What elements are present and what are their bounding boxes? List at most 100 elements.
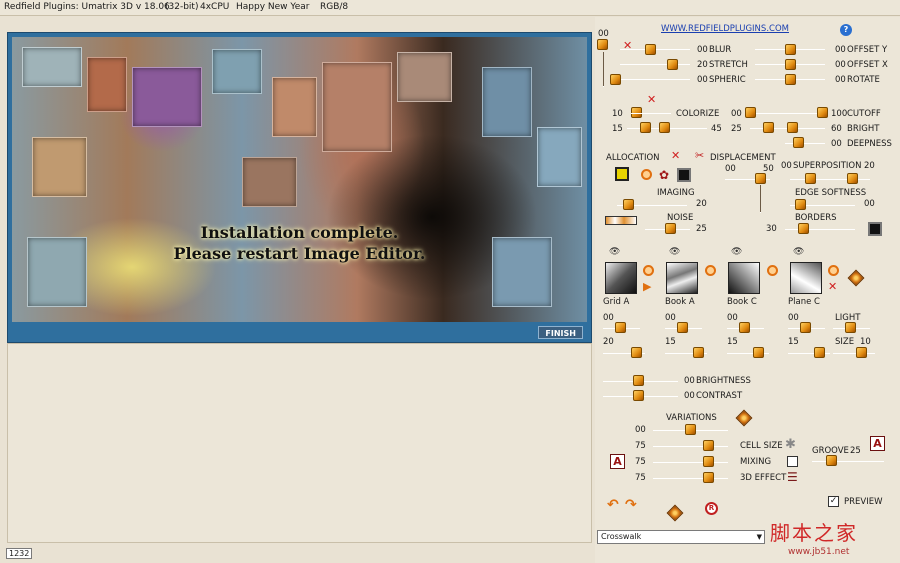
play-icon[interactable]: ▶ (643, 280, 651, 293)
mixing-checkbox[interactable] (787, 456, 798, 467)
var-track-1[interactable] (653, 446, 728, 447)
text-a-button-left[interactable]: A (610, 454, 625, 469)
text-a-button-right[interactable]: A (870, 436, 885, 451)
borders-track[interactable] (785, 229, 855, 230)
imaging-thumb[interactable] (623, 199, 634, 210)
var-thumb-1[interactable] (703, 440, 714, 451)
power-icon[interactable] (641, 169, 652, 180)
rotate-thumb[interactable] (785, 74, 796, 85)
borders-color-swatch[interactable] (868, 222, 882, 236)
var-track-3[interactable] (653, 478, 728, 479)
preview-image[interactable]: Installation complete. Please restart Im… (12, 37, 587, 322)
offset-y-thumb[interactable] (785, 44, 796, 55)
eye-icon[interactable]: 👁 (731, 247, 742, 257)
allocation-x-icon[interactable]: ✕ (671, 149, 680, 162)
shape-grid-a[interactable] (605, 262, 637, 294)
greeting-label: Happy New Year (236, 2, 310, 12)
random-diamond-icon[interactable] (847, 269, 865, 287)
var-value-2: 75 (635, 457, 646, 467)
eye-icon[interactable]: 👁 (669, 247, 680, 257)
shape-plane-c[interactable] (790, 262, 822, 294)
redo-icon[interactable]: ↷ (625, 497, 637, 513)
allocation-color-swatch[interactable] (615, 167, 629, 181)
superposition-track[interactable] (790, 179, 870, 180)
shape-spin-icon[interactable] (828, 265, 839, 276)
colorize-thumb-3[interactable] (659, 122, 670, 133)
preview-checkbox[interactable]: ✓ (828, 496, 839, 507)
shape-spin-icon[interactable] (643, 265, 654, 276)
shape4-thumb2[interactable] (814, 347, 825, 358)
var-thumb-2[interactable] (703, 456, 714, 467)
blur-thumb[interactable] (645, 44, 656, 55)
bright-thumb-high[interactable] (787, 122, 798, 133)
noise-thumb[interactable] (665, 223, 676, 234)
cutoff-thumb-high[interactable] (817, 107, 828, 118)
eye-icon[interactable]: 👁 (609, 247, 620, 257)
var-track-2[interactable] (653, 462, 728, 463)
size-track[interactable] (833, 353, 875, 354)
shape1-value1: 00 (603, 313, 614, 323)
brightness-thumb[interactable] (633, 375, 644, 386)
shape-book-c[interactable] (728, 262, 760, 294)
eye-icon[interactable]: 👁 (793, 247, 804, 257)
help-icon[interactable]: ? (840, 24, 852, 36)
shape-spin-icon[interactable] (705, 265, 716, 276)
reset-r-icon[interactable]: R (705, 502, 718, 515)
shape3-thumb1[interactable] (739, 322, 750, 333)
stretch-track[interactable] (620, 64, 690, 65)
shape4-thumb1[interactable] (800, 322, 811, 333)
shape-spin-icon[interactable] (767, 265, 778, 276)
displacement-vertical-track[interactable] (760, 185, 761, 213)
preset-select[interactable]: Crosswalk ▼ (597, 530, 765, 544)
reset-x-icon[interactable]: ✕ (623, 39, 632, 52)
finish-button[interactable]: FINISH (538, 326, 583, 339)
scissors-icon[interactable]: ✂ (695, 149, 704, 162)
displacement-thumb[interactable] (755, 173, 766, 184)
variations-diamond-icon[interactable] (735, 409, 753, 427)
random-seed-diamond-icon[interactable] (666, 504, 684, 522)
cutoff-track[interactable] (745, 113, 825, 114)
cell-size-star-icon[interactable]: ✱ (785, 437, 796, 452)
spheric-thumb[interactable] (610, 74, 621, 85)
displacement-color-swatch[interactable] (677, 168, 691, 182)
shape2-thumb1[interactable] (677, 322, 688, 333)
bright-thumb-low[interactable] (763, 122, 774, 133)
master-slider-thumb[interactable] (597, 39, 608, 50)
cutoff-thumb-low[interactable] (745, 107, 756, 118)
var-thumb-3[interactable] (703, 472, 714, 483)
size-thumb[interactable] (856, 347, 867, 358)
light-thumb[interactable] (845, 322, 856, 333)
3d-effect-lines-icon[interactable]: ☰ (787, 470, 798, 484)
groove-value: 25 (850, 446, 861, 456)
variations-thumb[interactable] (685, 424, 696, 435)
shape-book-a[interactable] (666, 262, 698, 294)
borders-thumb[interactable] (798, 223, 809, 234)
colorize-track-1[interactable] (631, 113, 671, 114)
groove-thumb[interactable] (826, 455, 837, 466)
superposition-thumb-high[interactable] (847, 173, 858, 184)
edge-softness-thumb[interactable] (795, 199, 806, 210)
stretch-thumb[interactable] (667, 59, 678, 70)
website-link[interactable]: WWW.REDFIELDPLUGINS.COM (661, 24, 789, 34)
undo-icon[interactable]: ↶ (607, 497, 619, 513)
shape1-thumb2[interactable] (631, 347, 642, 358)
colorize-thumb-2[interactable] (640, 122, 651, 133)
colorize-reset-x-icon[interactable]: ✕ (647, 93, 656, 106)
spheric-track[interactable] (610, 79, 690, 80)
deepness-thumb[interactable] (793, 137, 804, 148)
flower-icon[interactable]: ✿ (659, 168, 669, 182)
superposition-thumb-low[interactable] (805, 173, 816, 184)
groove-track[interactable] (812, 461, 884, 462)
offset-x-thumb[interactable] (785, 59, 796, 70)
shape-x-icon[interactable]: ✕ (828, 280, 837, 293)
shape3-thumb2[interactable] (753, 347, 764, 358)
contrast-thumb[interactable] (633, 390, 644, 401)
mosaic-tile (537, 127, 582, 187)
shape2-thumb2[interactable] (693, 347, 704, 358)
master-slider-track[interactable] (603, 52, 604, 87)
noise-pattern-swatch[interactable] (605, 216, 637, 225)
var-value-1: 75 (635, 441, 646, 451)
deepness-track[interactable] (785, 143, 825, 144)
shape1-thumb1[interactable] (615, 322, 626, 333)
top-value: 00 (598, 29, 609, 39)
